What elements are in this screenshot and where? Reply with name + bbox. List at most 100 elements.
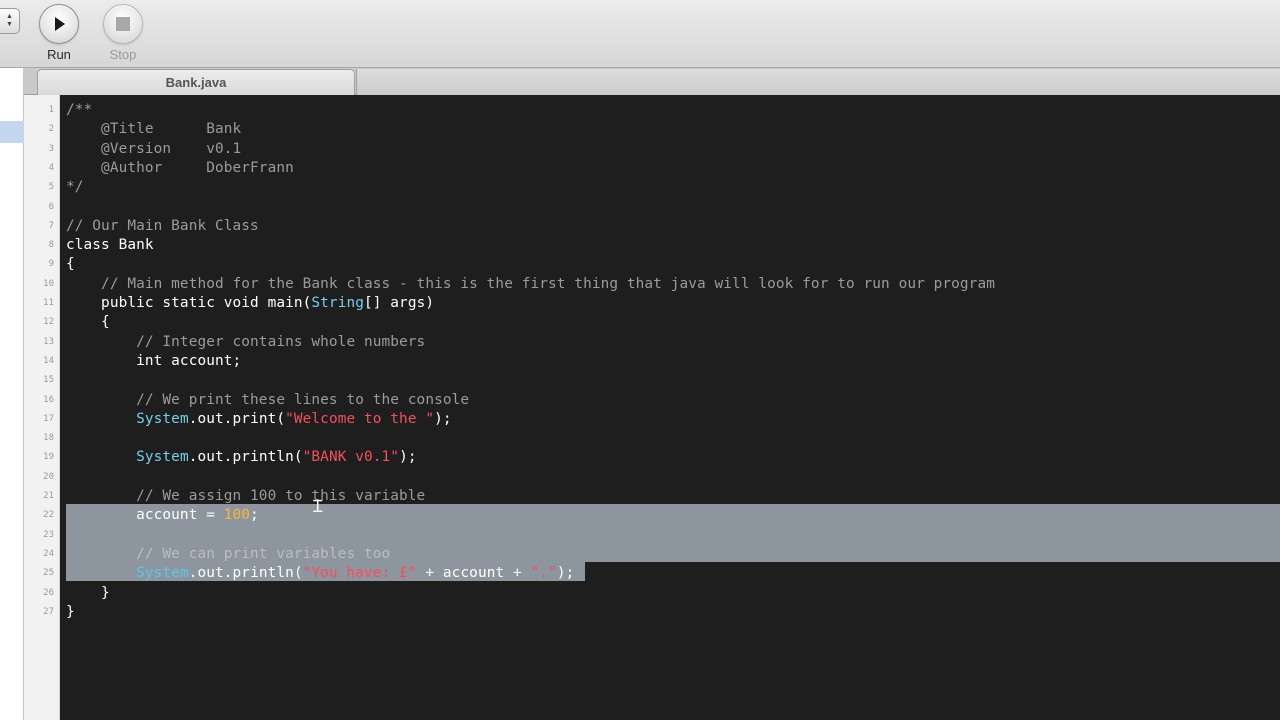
code-line: System.out.println("BANK v0.1"); — [66, 448, 417, 467]
code-token: account; — [171, 352, 242, 369]
line-number: 10 — [43, 278, 54, 289]
code-line: public static void main(String[] args) — [66, 294, 434, 313]
code-token: String — [311, 295, 364, 311]
code-line: { — [66, 255, 75, 274]
code-line: class Bank — [66, 236, 154, 255]
code-token: @Title Bank — [66, 121, 242, 138]
line-number: 21 — [43, 491, 54, 501]
code-token: // Our Main Bank Class — [66, 217, 259, 234]
code-token: ); — [399, 449, 417, 466]
code-token: main( — [267, 295, 312, 311]
code-token: class — [66, 237, 110, 254]
line-number: 14 — [43, 355, 54, 366]
code-line: System.out.print("Welcome to the "); — [66, 410, 452, 429]
stop-icon — [103, 4, 143, 44]
code-token: System — [136, 449, 189, 466]
line-number: 15 — [43, 375, 54, 386]
code-token: "Welcome to the " — [285, 410, 435, 427]
code-token: ; — [250, 507, 259, 524]
code-line: /** — [66, 101, 92, 120]
code-token: Bank — [109, 237, 154, 254]
code-token: [] args) — [364, 295, 435, 311]
stop-label: Stop — [109, 47, 137, 62]
code-line: // We assign 100 to this variable — [66, 487, 425, 506]
line-number: 4 — [48, 162, 54, 173]
line-number: 12 — [43, 317, 54, 328]
code-line: // We print these lines to the console — [66, 391, 469, 410]
line-number: 19 — [43, 452, 54, 463]
chevron-down-icon: ▼ — [6, 21, 13, 28]
code-line: @Version v0.1 — [66, 140, 241, 159]
code-token: // We assign 100 to this variable — [66, 488, 426, 504]
line-number: 1 — [48, 105, 54, 115]
code-line: // Integer contains whole numbers — [66, 333, 425, 352]
code-token: "You have: £" — [302, 565, 417, 582]
line-number: 5 — [48, 182, 54, 193]
line-number: 8 — [48, 240, 54, 251]
code-token: account = — [66, 507, 224, 524]
code-token: .out.print( — [188, 410, 286, 427]
code-line: System.out.println("You have: £" + accou… — [66, 564, 574, 583]
tab-bank-java[interactable]: Bank.java — [37, 69, 355, 95]
line-number: 18 — [43, 433, 54, 444]
code-editor[interactable]: /** @Title Bank @Version v0.1 @Author Do… — [61, 95, 1280, 720]
line-number: 20 — [43, 471, 54, 482]
code-token: // We can print variables too — [66, 545, 391, 562]
code-token: 100 — [223, 507, 251, 524]
line-number: 6 — [48, 201, 54, 212]
line-number: 2 — [48, 124, 54, 135]
tab-bar: Bank.java — [0, 68, 1280, 95]
line-number: 27 — [43, 606, 54, 617]
code-line: account = 100; — [66, 506, 259, 525]
code-token: .out.println( — [188, 449, 303, 466]
code-token: + account + — [416, 565, 531, 582]
line-number: 26 — [43, 587, 54, 598]
code-line: { — [66, 313, 110, 332]
code-token: @Version v0.1 — [66, 140, 242, 157]
scheme-stepper[interactable]: ▲ ▼ — [0, 8, 20, 34]
code-token: ); — [434, 410, 452, 427]
code-line: int account; — [66, 352, 241, 371]
line-number: 22 — [43, 510, 54, 521]
code-token: System — [136, 410, 189, 427]
navigator-selected-item[interactable] — [0, 121, 24, 143]
code-line: @Title Bank — [66, 120, 241, 139]
code-token: /** — [66, 102, 93, 118]
stop-button[interactable]: Stop — [98, 4, 148, 62]
line-number-gutter: 1 2 3 4 5 6 7 8 9 10 11 12 13 14 15 16 17 18 19 20 21 22 23 24 2… — [24, 95, 60, 720]
chevron-up-icon: ▲ — [6, 13, 13, 20]
code-token: } — [66, 603, 75, 620]
line-number: 7 — [48, 220, 54, 231]
line-number: 11 — [43, 298, 54, 308]
code-token: } — [66, 584, 110, 601]
navigator-strip[interactable] — [0, 68, 24, 720]
code-line: } — [66, 603, 75, 622]
code-token: .out.println( — [188, 565, 303, 582]
run-icon — [39, 4, 79, 44]
code-line: @Author DoberFrann — [66, 159, 294, 178]
line-number: 3 — [48, 143, 54, 154]
code-token: // Main method for the Bank class - this… — [66, 275, 995, 292]
run-button[interactable]: Run — [34, 4, 84, 62]
run-label: Run — [47, 47, 71, 62]
code-token: System — [136, 565, 189, 582]
code-line: // We can print variables too — [66, 545, 390, 564]
line-number: 25 — [43, 568, 54, 579]
code-token: // Integer contains whole numbers — [66, 333, 426, 350]
code-line: // Our Main Bank Class — [66, 217, 259, 236]
code-token: ); — [556, 565, 575, 582]
toolbar: ▲ ▼ Run Stop — [0, 0, 1280, 68]
line-number: 17 — [43, 413, 54, 424]
line-number: 9 — [48, 259, 54, 270]
line-number: 13 — [43, 336, 54, 347]
line-number: 24 — [43, 548, 54, 559]
code-line: } — [66, 584, 110, 603]
code-token: int — [66, 352, 172, 369]
code-token: */ — [66, 179, 84, 196]
code-token: "." — [530, 565, 557, 582]
line-number: 23 — [43, 529, 54, 540]
code-token: "BANK v0.1" — [302, 449, 400, 466]
code-token: { — [66, 256, 75, 273]
